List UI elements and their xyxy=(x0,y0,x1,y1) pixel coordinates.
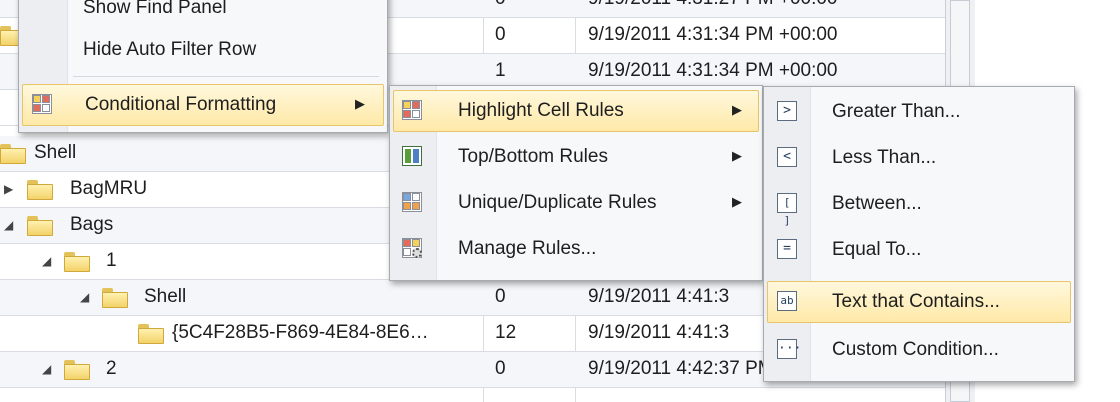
menu-item-top-bottom-rules[interactable]: Top/Bottom Rules ▶ xyxy=(393,136,759,178)
menu-item-greater-than[interactable]: > Greater Than... xyxy=(767,91,1071,133)
between-icon: [ ] xyxy=(777,193,797,227)
submenu-arrow-icon: ▶ xyxy=(732,102,742,117)
highlight-cell-rules-submenu: > Greater Than... < Less Than... [ ] Bet… xyxy=(763,86,1075,382)
menu-item-label: Manage Rules... xyxy=(458,238,597,259)
folder-icon xyxy=(102,288,128,308)
submenu-arrow-icon: ▶ xyxy=(732,148,742,163)
menu-item-label: Between... xyxy=(832,193,922,214)
cell-count: 1 xyxy=(495,60,506,81)
menu-item-equal-to[interactable]: = Equal To... xyxy=(767,229,1071,271)
manage-rules-icon xyxy=(402,238,422,258)
folder-icon xyxy=(27,180,53,200)
folder-icon xyxy=(0,144,26,164)
collapse-icon[interactable]: ◢ xyxy=(4,218,13,232)
menu-item-show-find-panel[interactable]: Show Find Panel xyxy=(22,0,384,29)
menu-item-label: Greater Than... xyxy=(832,101,961,122)
menu-item-label: Hide Auto Filter Row xyxy=(83,39,257,60)
folder-icon xyxy=(64,252,90,272)
node-label: 1 xyxy=(106,250,117,271)
menu-item-custom-condition[interactable]: ··· Custom Condition... xyxy=(767,329,1071,371)
cell-count: 0 xyxy=(495,286,506,307)
equal-to-icon: = xyxy=(777,239,797,259)
collapse-icon[interactable]: ◢ xyxy=(80,290,89,304)
text-contains-icon: ab xyxy=(777,291,797,311)
folder-icon xyxy=(27,216,53,236)
menu-item-label: Less Than... xyxy=(832,147,937,168)
cell-count: 0 xyxy=(495,0,506,10)
folder-icon xyxy=(138,324,164,344)
submenu-arrow-icon: ▶ xyxy=(732,194,742,209)
node-label: {5C4F28B5-F869-4E84-8E6… xyxy=(172,322,429,343)
expand-icon[interactable]: ▶ xyxy=(4,182,13,196)
menu-item-label: Top/Bottom Rules xyxy=(458,146,608,167)
menu-item-label: Unique/Duplicate Rules xyxy=(458,192,657,213)
menu-item-unique-duplicate-rules[interactable]: Unique/Duplicate Rules ▶ xyxy=(393,182,759,224)
menu-item-label: Highlight Cell Rules xyxy=(458,100,624,121)
node-label: Bags xyxy=(70,214,114,235)
cell-count: 12 xyxy=(495,322,517,343)
folder-icon xyxy=(64,360,90,380)
menu-separator xyxy=(73,76,379,77)
menu-item-conditional-formatting[interactable]: Conditional Formatting ▶ xyxy=(22,84,384,126)
menu-item-label: Conditional Formatting xyxy=(85,94,277,115)
submenu-arrow-icon: ▶ xyxy=(355,96,365,111)
context-menu: Show Find Panel Hide Auto Filter Row Con… xyxy=(18,0,388,133)
cell-count: 0 xyxy=(495,24,506,45)
cell-date: 9/19/2011 4:31:34 PM +00:00 xyxy=(588,24,838,45)
collapse-icon[interactable]: ◢ xyxy=(42,254,51,268)
menu-item-less-than[interactable]: < Less Than... xyxy=(767,137,1071,179)
menu-item-highlight-cell-rules[interactable]: Highlight Cell Rules ▶ xyxy=(393,90,759,132)
node-label: 2 xyxy=(106,358,117,379)
cell-count: 0 xyxy=(495,358,506,379)
node-label: BagMRU xyxy=(70,178,148,199)
top-bottom-rules-icon xyxy=(402,146,422,166)
menu-item-label: Custom Condition... xyxy=(832,339,999,360)
cell-date: 9/19/2011 4:41:3 xyxy=(588,322,730,343)
conditional-formatting-submenu: Highlight Cell Rules ▶ Top/Bottom Rules … xyxy=(389,85,763,281)
less-than-icon: < xyxy=(777,147,797,167)
greater-than-icon: > xyxy=(777,101,797,121)
menu-item-label: Show Find Panel xyxy=(83,0,227,18)
highlight-cell-rules-icon xyxy=(402,100,422,120)
node-label: Shell xyxy=(34,142,77,163)
cell-date: 9/19/2011 4:41:3 xyxy=(588,286,730,307)
menu-item-manage-rules[interactable]: Manage Rules... xyxy=(393,228,759,270)
unique-duplicate-rules-icon xyxy=(402,192,422,212)
node-label: Shell xyxy=(144,286,187,307)
cell-date: 9/19/2011 4:31:34 PM +00:00 xyxy=(588,60,838,81)
menu-item-label: Text that Contains... xyxy=(832,291,1000,312)
collapse-icon[interactable]: ◢ xyxy=(42,362,51,376)
menu-item-text-that-contains[interactable]: ab Text that Contains... xyxy=(767,281,1071,323)
menu-item-label: Equal To... xyxy=(832,239,922,260)
menu-item-between[interactable]: [ ] Between... xyxy=(767,183,1071,227)
custom-condition-icon: ··· xyxy=(777,339,801,359)
conditional-formatting-icon xyxy=(32,94,52,114)
cell-date: 9/19/2011 4:31:27 PM +00:00 xyxy=(588,0,838,10)
menu-item-hide-auto-filter-row[interactable]: Hide Auto Filter Row xyxy=(22,29,384,71)
